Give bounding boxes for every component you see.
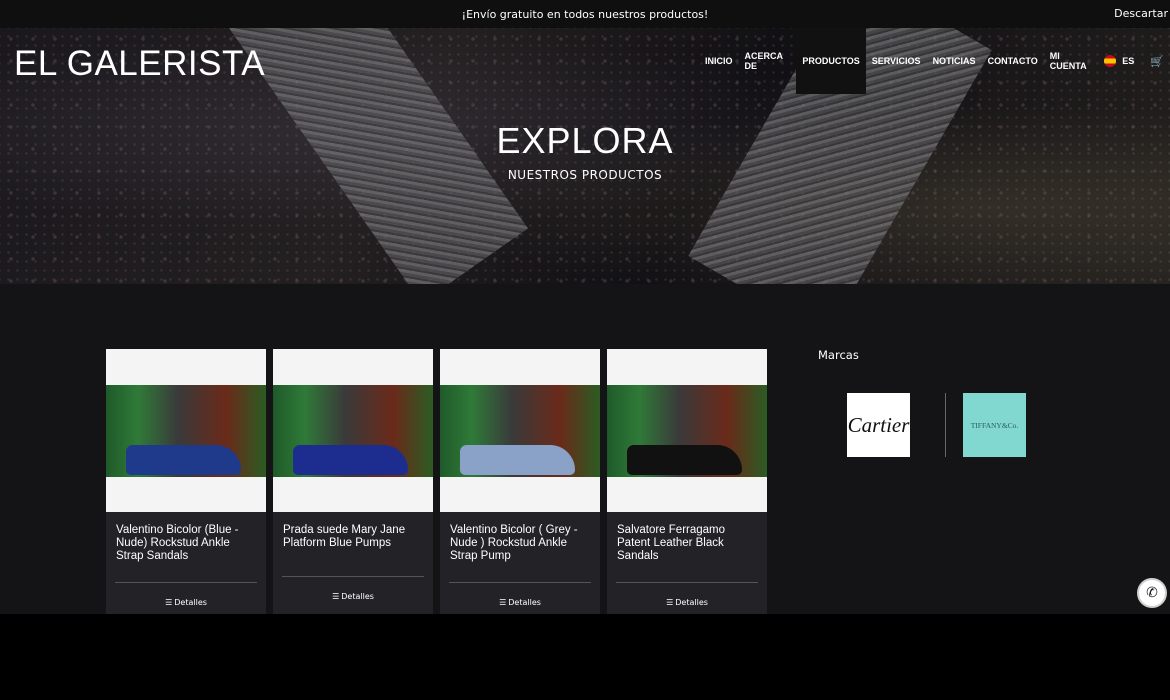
product-image[interactable] — [440, 349, 600, 512]
cart-icon[interactable]: 🛒 — [1144, 28, 1170, 94]
product-card[interactable]: Valentino Bicolor (Blue - Nude) Rockstud… — [106, 349, 266, 614]
shoe-shape — [460, 445, 575, 475]
details-label: Detalles — [341, 592, 374, 601]
card-divider — [115, 582, 257, 583]
product-title[interactable]: Prada suede Mary Jane Platform Blue Pump… — [283, 524, 425, 550]
nav-item-servicios[interactable]: SERVICIOS — [866, 28, 927, 94]
site-logo[interactable]: EL GALERISTA — [14, 44, 265, 84]
product-image[interactable] — [273, 349, 433, 512]
details-button[interactable]: ☰ Detalles — [106, 598, 266, 607]
language-label: ES — [1122, 56, 1135, 66]
shoe-shape — [126, 445, 241, 475]
brand-logo-cartier[interactable]: Cartier — [847, 393, 910, 457]
nav-item-noticias[interactable]: NOTICIAS — [927, 28, 982, 94]
product-card[interactable]: Prada suede Mary Jane Platform Blue Pump… — [273, 349, 433, 614]
hero-title: EXPLORA — [496, 120, 674, 161]
nav-item-contacto[interactable]: CONTACTO — [982, 28, 1044, 94]
product-photo — [440, 385, 600, 477]
details-label: Detalles — [675, 598, 708, 607]
product-title[interactable]: Valentino Bicolor ( Grey - Nude ) Rockst… — [450, 524, 592, 563]
page-bottom — [0, 614, 1170, 700]
nav-item-inicio[interactable]: INICIO — [699, 28, 739, 94]
product-image[interactable] — [607, 349, 767, 512]
main-nav: INICIO ACERCA DE PRODUCTOS SERVICIOS NOT… — [699, 28, 1170, 94]
card-divider — [282, 576, 424, 577]
nav-item-productos[interactable]: PRODUCTOS — [796, 28, 866, 94]
details-label: Detalles — [508, 598, 541, 607]
dismiss-link[interactable]: Descartar — [1114, 7, 1168, 20]
nav-item-acerca[interactable]: ACERCA DE — [739, 28, 797, 94]
product-photo — [273, 385, 433, 477]
list-icon: ☰ — [666, 598, 674, 607]
announcement-bar: ¡Envío gratuito en todos nuestros produc… — [0, 0, 1170, 28]
spain-flag-icon — [1104, 55, 1117, 67]
details-label: Detalles — [174, 598, 207, 607]
hero-subtitle: NUESTROS PRODUCTOS — [507, 168, 663, 182]
details-button[interactable]: ☰ Detalles — [273, 592, 433, 601]
brand-logo-tiffany[interactable]: TIFFANY&Co. — [963, 393, 1026, 457]
language-switcher[interactable]: ES — [1098, 28, 1140, 94]
list-icon: ☰ — [499, 598, 507, 607]
card-divider — [449, 582, 591, 583]
product-card[interactable]: Valentino Bicolor ( Grey - Nude ) Rockst… — [440, 349, 600, 614]
details-button[interactable]: ☰ Detalles — [607, 598, 767, 607]
shoe-shape — [293, 445, 408, 475]
brand-name: TIFFANY&Co. — [970, 420, 1019, 430]
card-divider — [616, 582, 758, 583]
product-title[interactable]: Salvatore Ferragamo Patent Leather Black… — [617, 524, 759, 563]
details-button[interactable]: ☰ Detalles — [440, 598, 600, 607]
product-card[interactable]: Salvatore Ferragamo Patent Leather Black… — [607, 349, 767, 614]
brand-name: Cartier — [847, 412, 910, 437]
brands-heading: Marcas — [818, 348, 859, 362]
shoe-shape — [627, 445, 742, 475]
brand-divider — [945, 393, 946, 457]
announcement-text: ¡Envío gratuito en todos nuestros produc… — [461, 7, 709, 21]
product-title[interactable]: Valentino Bicolor (Blue - Nude) Rockstud… — [116, 524, 258, 563]
whatsapp-icon[interactable]: ✆ — [1137, 578, 1167, 608]
product-image[interactable] — [106, 349, 266, 512]
product-photo — [106, 385, 266, 477]
product-photo — [607, 385, 767, 477]
list-icon: ☰ — [165, 598, 173, 607]
nav-item-mi-cuenta[interactable]: MI CUENTA — [1044, 28, 1099, 94]
list-icon: ☰ — [332, 592, 340, 601]
